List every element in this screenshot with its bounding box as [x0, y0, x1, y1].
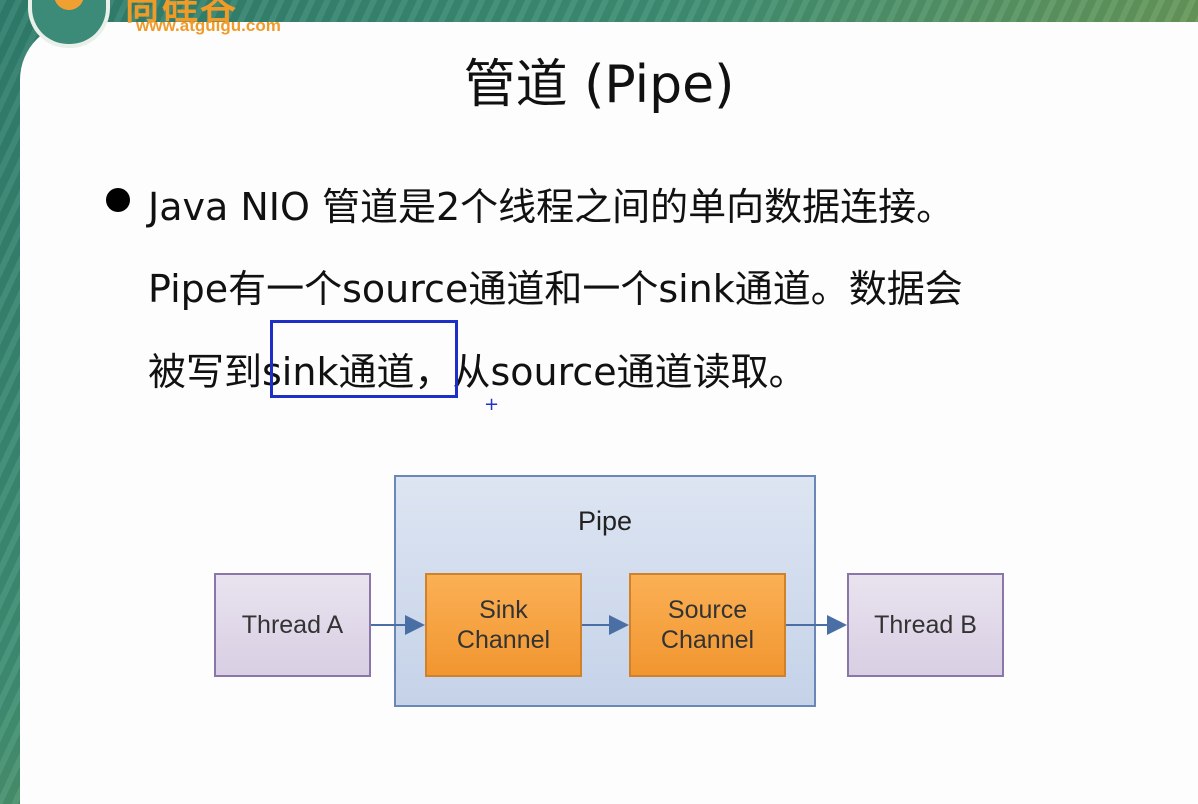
pipe-label: Pipe [577, 506, 633, 536]
sink-channel-label-line2: Channel [456, 626, 551, 654]
logo-url: www.atguigu.com [136, 16, 281, 35]
bullet-line-2: Pipe有一个source通道和一个sink通道。数据会 [148, 267, 963, 311]
text-selection-highlight [270, 320, 458, 398]
bullet-line-3: 被写到sink通道，从source通道读取。 [148, 350, 807, 394]
thread-a-label: Thread A [241, 610, 344, 639]
sink-channel-label-line1: Sink [479, 596, 528, 624]
thread-b-label: Thread B [874, 610, 977, 639]
source-channel-label-line2: Channel [660, 626, 755, 654]
source-channel-label-line1: Source [667, 596, 748, 624]
logo-emblem-inner [54, 0, 84, 10]
slide-title: 管道 (Pipe) [463, 55, 735, 115]
logo-emblem [28, 0, 110, 48]
bullet-line-1: Java NIO 管道是2个线程之间的单向数据连接。 [148, 185, 955, 229]
brand-logo: 尚硅谷 www.atguigu.com [28, 0, 318, 48]
source-channel-box: Source Channel [629, 573, 786, 677]
crosshair-cursor-icon: + [484, 394, 500, 415]
sink-channel-box: Sink Channel [425, 573, 582, 677]
bullet-icon [106, 188, 130, 212]
thread-a-box: Thread A [214, 573, 371, 677]
thread-b-box: Thread B [847, 573, 1004, 677]
